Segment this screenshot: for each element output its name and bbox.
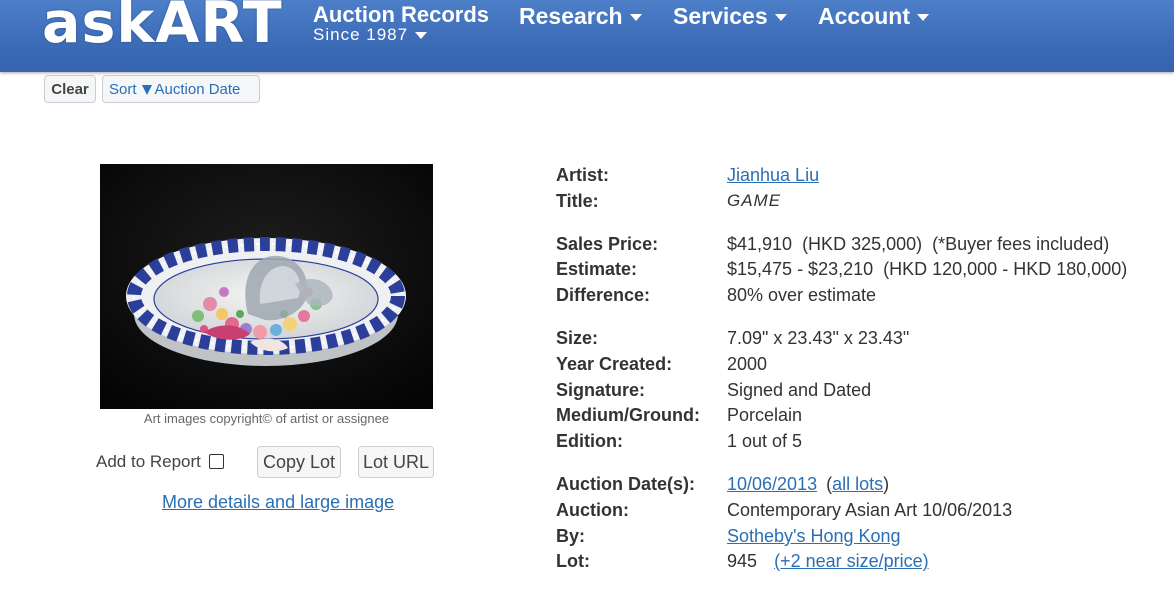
year-created-value: 2000 [727,354,768,374]
nav-research-label: Research [519,3,623,29]
sales-price-label: Sales Price: [556,234,659,254]
nav-auction-records-label: Auction Records [313,2,490,27]
chevron-down-icon [774,14,787,22]
sort-descending-icon [141,85,152,96]
estimate-label: Estimate: [556,259,638,279]
title-label: Title: [556,191,599,211]
auction-value: Contemporary Asian Art 10/06/2013 [727,500,1013,520]
sort-label: Sort [109,81,137,98]
lot-label: Lot: [556,551,590,571]
nav-account-label: Account [818,3,910,29]
image-copyright-caption: Art images copyright© of artist or assig… [143,411,390,426]
size-label: Size: [556,328,599,348]
edition-label: Edition: [556,431,623,451]
sales-price-value: $41,910 (HKD 325,000) (*Buyer fees inclu… [727,234,1110,254]
artist-link[interactable]: Jianhua Liu [727,165,819,186]
nav-research[interactable]: Research [519,3,642,30]
auction-dates-label: Auction Date(s): [556,474,695,494]
signature-label: Signature: [556,380,646,400]
edition-value: 1 out of 5 [727,431,803,451]
difference-value: 80% over estimate [727,285,877,305]
difference-label: Difference: [556,285,651,305]
year-created-label: Year Created: [556,354,673,374]
nav-since-label: Since 1987 [313,25,409,44]
estimate-value: $15,475 - $23,210 (HKD 120,000 - HKD 180… [727,259,1128,279]
auction-label: Auction: [556,500,629,520]
all-lots-close-paren: ) [883,474,890,494]
sort-button[interactable]: Sort Auction Date [102,75,260,103]
medium-value: Porcelain [727,405,803,425]
porcelain-plate-picture [100,164,433,409]
auction-date-link[interactable]: 10/06/2013 [727,474,817,494]
add-to-report-checkbox[interactable] [209,454,224,469]
nav-services[interactable]: Services [673,3,787,30]
auction-house-link[interactable]: Sotheby's Hong Kong [727,526,901,547]
sort-field-label: Auction Date [154,81,241,98]
lot-value: 945 (+2 near size/price) [727,551,929,572]
top-navbar: askART Auction Records Since 1987 Resear… [0,0,1174,72]
medium-label: Medium/Ground: [556,405,700,425]
lot-number: 945 [727,551,758,571]
more-details-link[interactable]: More details and large image [162,492,394,513]
lot-url-button[interactable]: Lot URL [358,446,434,478]
by-label: By: [556,526,586,546]
artwork-image[interactable] [100,164,433,409]
nav-services-label: Services [673,3,768,29]
add-to-report-label[interactable]: Add to Report [96,452,201,472]
clear-button[interactable]: Clear [44,75,96,103]
chevron-down-icon [917,14,929,22]
nav-since-1987[interactable]: Since 1987 [313,25,428,45]
signature-value: Signed and Dated [727,380,872,400]
artist-label: Artist: [556,165,609,185]
chevron-down-icon [415,32,428,40]
nav-account[interactable]: Account [818,3,929,30]
askart-logo[interactable]: askART [42,0,283,56]
all-lots-link[interactable]: all lots [832,474,883,494]
auction-dates-value: 10/06/2013 (all lots) [727,474,889,495]
title-value: GAME [727,191,782,210]
near-size-price-link[interactable]: (+2 near size/price) [774,551,929,571]
copy-lot-button[interactable]: Copy Lot [257,446,341,478]
chevron-down-icon [629,14,642,22]
size-value: 7.09" x 23.43" x 23.43" [727,328,910,348]
